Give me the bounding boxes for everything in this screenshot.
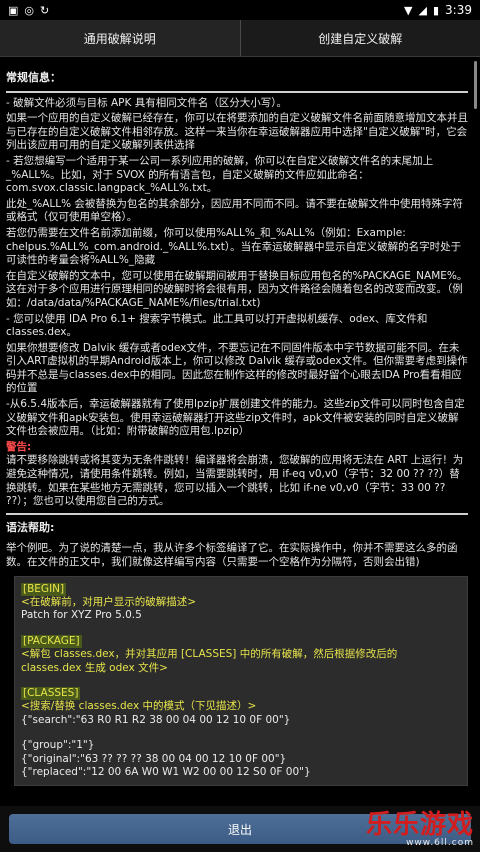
classes-description: <搜索/替换 classes.dex 中的模式（下见描述）> [21,700,257,713]
sync-icon: ↻ [40,3,50,17]
status-right: ▼ ◢ ▮ 3:39 [404,3,472,17]
warning-text: 请不要移除跳转或将其变为无条件跳转！编译器将会崩溃，您破解的应用将无法在 ART… [6,454,464,508]
gamepad-icon: ◎ [24,3,35,17]
battery-icon: ▮ [432,3,440,17]
info-paragraph: 如果你想要修改 Dalvik 缓存或者odex文件，不要忘记在不同固件版本中字节… [6,341,468,395]
search-line: {"search":"63 R0 R1 R2 38 00 04 00 12 10… [21,713,291,726]
watermark-text: 乐乐游戏 [365,810,474,840]
syntax-help-title: 语法帮助: [6,520,55,534]
divider [6,90,468,93]
wifi-icon: ▼ [404,3,413,17]
signal-icon: ◢ [418,3,427,17]
package-tag: [PACKAGE] [21,634,82,649]
begin-description: <在破解前，对用户显示的破解描述> [21,596,197,608]
media-icon: ▣ [8,3,19,17]
info-paragraph: 在自定义破解的文本中，您可以使用在破解期间被用于替换目标应用包名的%PACKAG… [6,269,468,309]
tab-bar: 通用破解说明 创建自定义破解 [0,20,480,57]
info-paragraph: 此处_%ALL% 会被替换为包名的其余部分，因应用不同而不同。请不要在破解文件中… [6,197,463,224]
info-paragraph: - 破解文件必须与目标 APK 具有相同文件名（区分大小写）。 [6,96,287,109]
replaced-line: {"replaced":"12 00 6A W0 W1 W2 00 00 12 … [21,766,311,779]
syntax-example-box: [BEGIN] <在破解前，对用户显示的破解描述> Patch for XYZ … [14,575,468,787]
info-paragraph: 若您仍需要在文件名前添加前缀，你可以使用%ALL%_和_%ALL%（例如：Exa… [6,226,462,267]
help-content[interactable]: 常规信息： - 破解文件必须与目标 APK 具有相同文件名（区分大小写）。 如果… [0,57,480,806]
package-description: <解包 classes.dex，并对其应用 [CLASSES] 中的所有破解，然… [21,648,398,674]
info-paragraph: -从6.5.4版本后，幸运破解器就有了使用lpzip扩展创建文件的能力。这些zi… [6,398,465,438]
warning-title: 警告: [6,440,32,453]
status-time: 3:39 [445,3,472,17]
original-line: {"original":"63 ?? ?? ?? 38 00 04 00 12 … [21,752,287,765]
info-paragraph: 如果一个应用的自定义破解已经存在，你可以在将要添加的自定义破解文件名前面随意增加… [6,112,468,152]
info-paragraph: - 您可以使用 IDA Pro 6.1+ 搜索字节模式。此工具可以打开虚拟机缓存… [6,312,428,339]
status-bar: ▣ ◎ ↻ ▼ ◢ ▮ 3:39 [0,0,480,20]
status-left: ▣ ◎ ↻ [8,5,49,16]
general-info-title: 常规信息： [6,71,61,84]
classes-tag: [CLASSES] [21,687,81,701]
info-paragraph: - 若您想编写一个适用于某一公司一系列应用的破解，你可以在自定义破解文件名的末尾… [6,154,434,195]
tab-general-instructions[interactable]: 通用破解说明 [0,20,240,56]
group-line: {"group":"1"} [21,739,95,752]
scrollbar[interactable] [474,61,477,109]
tab-create-custom-patch[interactable]: 创建自定义破解 [239,20,480,56]
begin-tag: [BEGIN] [21,582,67,596]
divider [6,512,468,515]
site-watermark: 乐乐游戏 www.6ll.com [366,812,474,848]
begin-value: Patch for XYZ Pro 5.0.5 [21,609,142,622]
syntax-intro: 举个例吧。为了说的清楚一点，我从许多个标签编译了它。在实际操作中，你并不需要这么… [6,542,458,568]
